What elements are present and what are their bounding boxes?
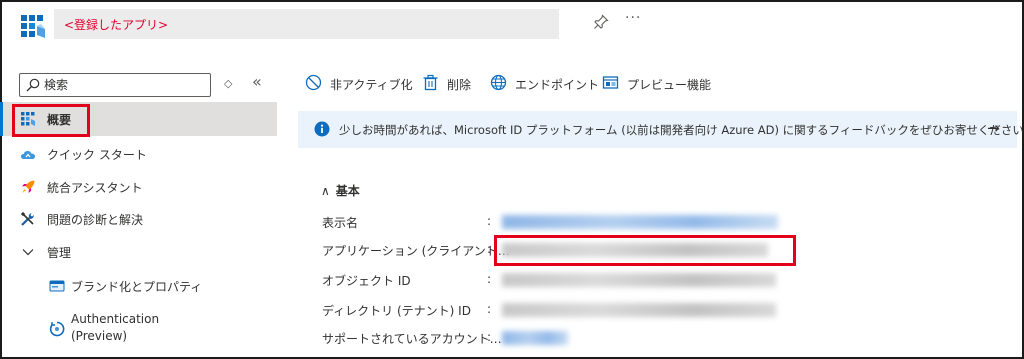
prop-value-supported-accounts-redacted[interactable] [502, 331, 568, 345]
deactivate-icon [305, 74, 322, 91]
title-bar: <登録したアプリ> [54, 9, 559, 39]
more-options-icon[interactable]: ··· [625, 10, 641, 26]
sidebar-item-manage[interactable]: 管理 [0, 241, 277, 265]
sidebar-item-diagnose-solve[interactable]: 問題の診断と解決 [0, 208, 277, 232]
prop-label-directory-tenant-id: ディレクトリ (テナント) ID [322, 304, 471, 318]
authentication-icon [49, 321, 65, 337]
sidebar-item-branding[interactable]: ブランド化とプロパティ [0, 275, 277, 299]
sidebar-item-quickstart[interactable]: クイック スタート [0, 143, 277, 167]
app-registration-icon [21, 15, 45, 38]
info-icon [314, 121, 330, 137]
prop-value-display-name-redacted[interactable] [502, 215, 778, 229]
wrench-icon [20, 211, 34, 226]
prop-label-application-client-id: アプリケーション (クライアント… [322, 244, 510, 258]
expand-collapse-all-icon[interactable]: ◇ [224, 77, 232, 90]
sidebar-item-label: クイック スタート [47, 148, 147, 162]
globe-icon [490, 74, 507, 91]
prop-label-object-id: オブジェクト ID [322, 274, 411, 288]
sidebar-item-authentication-label: Authentication (Preview) [71, 311, 159, 345]
sidebar-item-integration-assistant[interactable]: 統合アシスタント [0, 176, 277, 200]
endpoints-label: エンドポイント [515, 78, 600, 92]
preview-features-label: プレビュー機能 [627, 78, 712, 92]
sidebar-item-label: 管理 [47, 246, 72, 260]
deactivate-label: 非アクティブ化 [330, 78, 413, 92]
page-title: <登録したアプリ> [64, 18, 169, 32]
chevron-up-icon: ∧ [321, 184, 330, 198]
collapse-sidebar-icon[interactable]: « [252, 72, 262, 91]
prop-colon: : [487, 242, 492, 256]
search-input[interactable] [44, 76, 204, 94]
prop-label-supported-accounts: サポートされているアカウント… [322, 332, 502, 346]
feedback-banner-text: 少しお時間があれば、Microsoft ID プラットフォーム (以前は開発者向… [339, 123, 1024, 137]
prop-colon: : [487, 330, 492, 344]
feedback-banner[interactable]: 少しお時間があれば、Microsoft ID プラットフォーム (以前は開発者向… [298, 111, 1024, 148]
prop-value-object-id-redacted [502, 273, 776, 287]
sidebar-item-label: ブランド化とプロパティ [71, 280, 203, 294]
essentials-heading[interactable]: ∧ 基本 [321, 182, 360, 199]
highlight-overview-box [12, 104, 90, 137]
trash-icon [423, 74, 438, 91]
prop-label-display-name: 表示名 [322, 216, 359, 230]
auth-label-line2: (Preview) [71, 329, 128, 343]
prop-colon: : [487, 272, 492, 286]
rocket-icon [22, 180, 35, 193]
highlight-client-id-box [494, 235, 796, 266]
quickstart-cloud-icon [21, 151, 35, 159]
sidebar-search-box[interactable] [19, 73, 211, 97]
pin-icon[interactable] [593, 14, 609, 30]
sidebar-item-label: 問題の診断と解決 [47, 213, 144, 227]
prop-colon: : [487, 214, 492, 228]
auth-label-line1: Authentication [71, 312, 160, 326]
delete-label: 削除 [447, 78, 472, 92]
prop-value-directory-tenant-id-redacted [502, 303, 776, 317]
prop-colon: : [487, 302, 492, 316]
arrow-right-icon[interactable]: → [987, 119, 1000, 137]
chevron-down-icon [22, 249, 34, 256]
branding-card-icon [49, 280, 65, 292]
preview-features-icon [602, 76, 619, 89]
sidebar-item-label: 統合アシスタント [47, 181, 143, 195]
essentials-heading-label: 基本 [335, 184, 360, 198]
search-icon [26, 78, 40, 92]
